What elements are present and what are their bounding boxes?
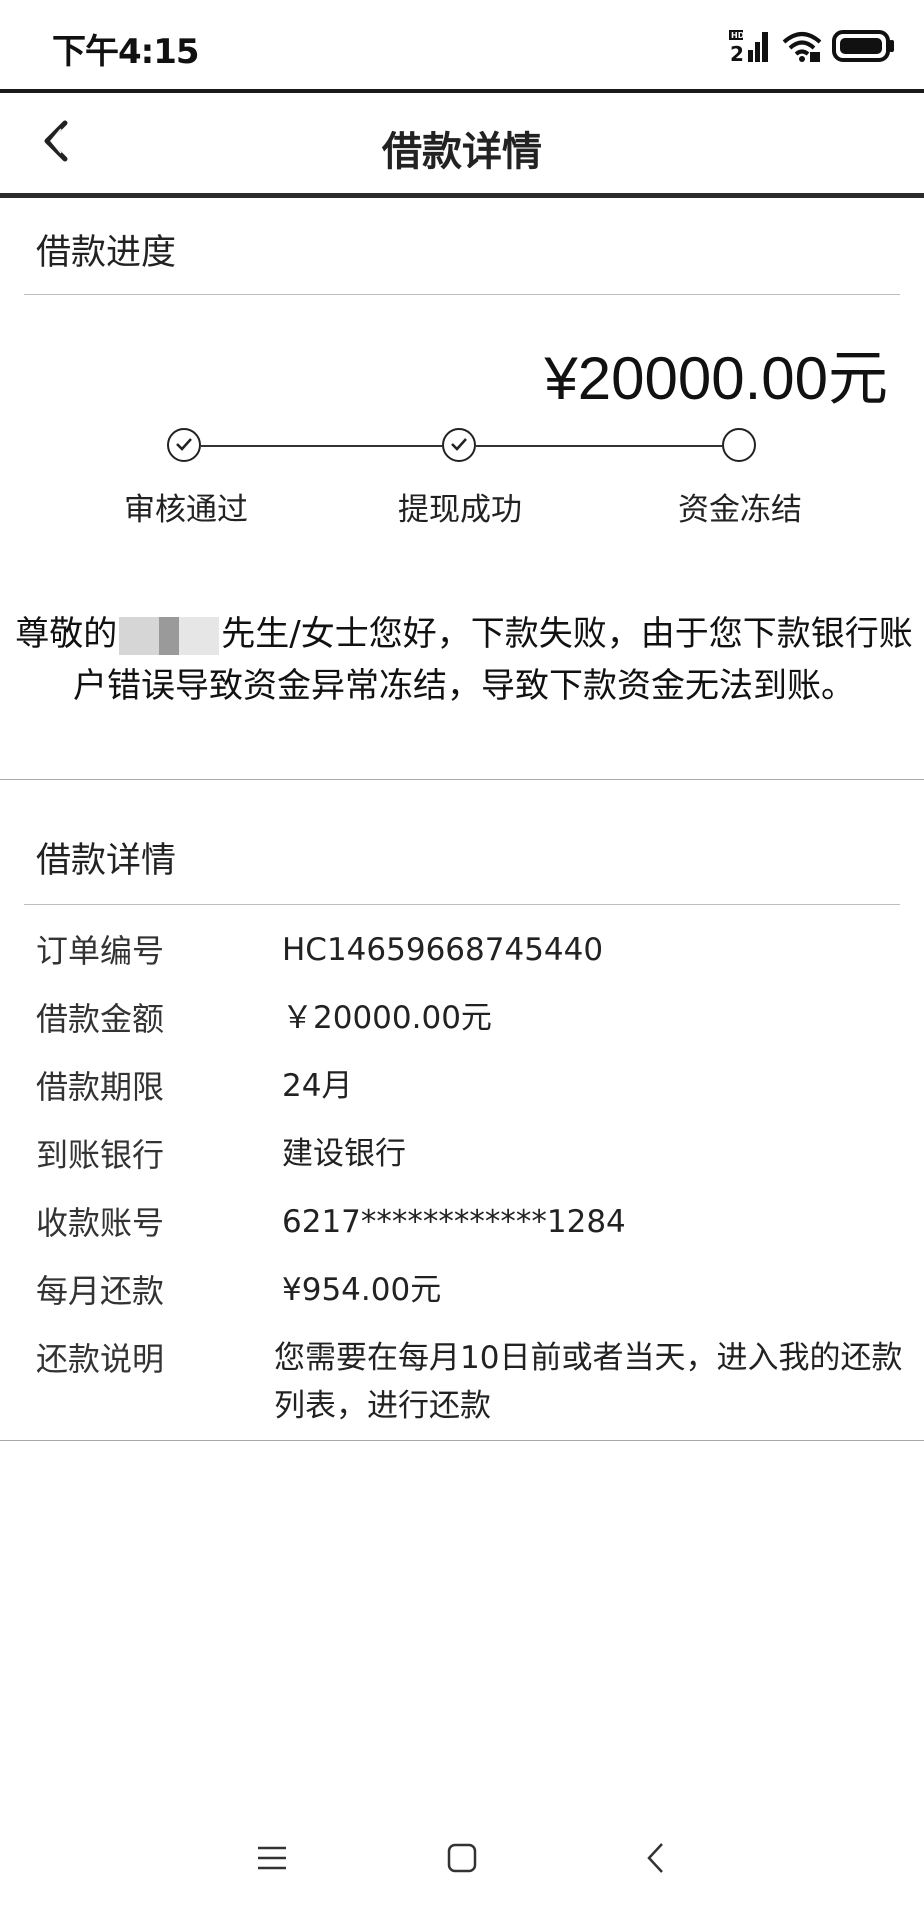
progress-stepper (0, 418, 924, 474)
detail-value: ￥20000.00元 (282, 1000, 492, 1036)
detail-label: 到账银行 (36, 1136, 165, 1174)
section-divider (0, 779, 924, 780)
page-title: 借款详情 (382, 129, 542, 175)
detail-value: 您需要在每月10日前或者当天，进入我的还款列表，进行还款 (274, 1340, 903, 1424)
detail-label: 收款账号 (36, 1204, 165, 1242)
battery-icon (832, 28, 896, 64)
progress-heading: 借款进度 (36, 233, 177, 273)
step-connector (201, 445, 442, 447)
detail-label: 每月还款 (36, 1272, 165, 1310)
back-icon (644, 1841, 668, 1879)
detail-value: 6217************1284 (282, 1204, 626, 1240)
signal-hd-icon: HD 2 (728, 28, 772, 64)
section-divider (0, 1440, 924, 1441)
step-connector (476, 445, 722, 447)
system-nav-bar (0, 1836, 924, 1884)
nav-divider (0, 193, 924, 198)
notice-text: 尊敬的 先生/女士您好，下款失败，由于您下款银行账户错误导致资金异常冻结，导致下款… (14, 608, 914, 712)
status-bar: 下午4:15 HD 2 (0, 0, 924, 92)
step-done-2 (442, 428, 476, 462)
notice-prefix: 尊敬的 (15, 614, 118, 654)
status-time: 下午4:15 (52, 32, 200, 72)
step-done-1 (167, 428, 201, 462)
home-icon (446, 1842, 478, 1878)
detail-label: 借款期限 (36, 1068, 165, 1106)
check-icon (450, 436, 468, 455)
status-icons: HD 2 (728, 26, 896, 66)
detail-label: 借款金额 (36, 1000, 165, 1038)
detail-label: 订单编号 (36, 932, 165, 970)
check-icon (175, 436, 193, 455)
nav-bar: 借款详情 (0, 93, 924, 193)
step-pending-3 (722, 428, 756, 462)
detail-label: 还款说明 (36, 1340, 165, 1378)
step-label: 提现成功 (398, 492, 522, 528)
home-button[interactable] (438, 1836, 486, 1884)
step-label: 审核通过 (124, 492, 248, 528)
svg-text:2: 2 (730, 42, 744, 64)
divider (24, 904, 900, 905)
system-back-button[interactable] (632, 1836, 680, 1884)
step-label: 资金冻结 (678, 492, 802, 528)
loan-amount: ¥20000.00元 (544, 345, 888, 412)
detail-value: 24月 (282, 1068, 353, 1104)
details-heading: 借款详情 (36, 841, 177, 881)
detail-value: HC14659668745440 (282, 932, 604, 968)
menu-button[interactable] (248, 1836, 296, 1884)
detail-value: 建设银行 (282, 1136, 406, 1172)
wifi-icon (780, 28, 824, 64)
divider (24, 294, 900, 295)
detail-value: ¥954.00元 (282, 1272, 442, 1308)
menu-icon (256, 1844, 288, 1876)
svg-text:HD: HD (731, 31, 745, 40)
redacted-name (119, 616, 220, 655)
